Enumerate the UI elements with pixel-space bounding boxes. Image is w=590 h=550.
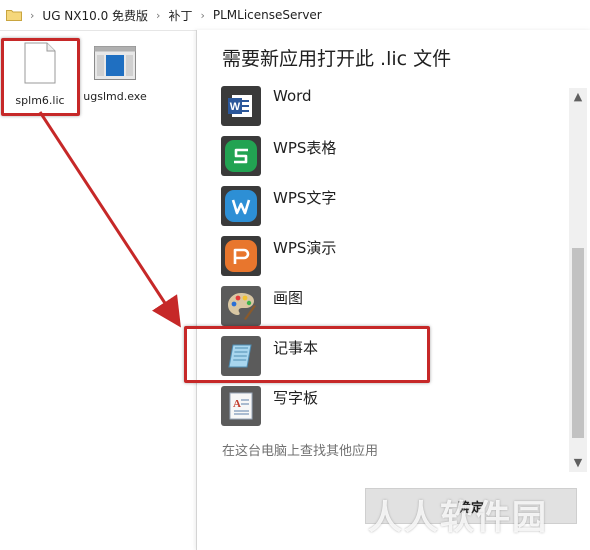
word-icon: W <box>221 86 261 126</box>
exe-window-icon <box>80 46 150 84</box>
app-option-wps-presentation[interactable]: WPS演示 <box>221 236 541 276</box>
folder-icon <box>6 9 22 21</box>
app-option-wps-writer[interactable]: WPS文字 <box>221 186 541 226</box>
app-option-wps-sheet[interactable]: WPS表格 <box>221 136 541 176</box>
file-highlight-box <box>1 38 80 116</box>
wps-presentation-icon <box>221 236 261 276</box>
scroll-up-arrow-icon[interactable]: ▲ <box>569 88 587 106</box>
breadcrumb-item-ugnx[interactable]: UG NX10.0 免费版 <box>42 7 148 24</box>
svg-text:W: W <box>230 101 241 113</box>
breadcrumb-separator: › <box>156 8 161 22</box>
find-more-apps-link[interactable]: 在这台电脑上查找其他应用 <box>222 440 378 459</box>
file-name: ugslmd.exe <box>83 90 147 103</box>
wps-writer-icon <box>221 186 261 226</box>
app-label: WPS演示 <box>273 239 337 257</box>
app-label: WPS表格 <box>273 139 337 157</box>
file-item-ugslmd-exe[interactable]: ugslmd.exe <box>80 42 150 104</box>
open-with-dialog: 需要新应用打开此 .lic 文件 W Word WPS表格 WPS文字 WPS演… <box>184 30 590 550</box>
app-label: Word <box>273 87 312 105</box>
app-option-word[interactable]: W Word <box>221 86 541 126</box>
app-label: 写字板 <box>273 389 319 407</box>
svg-text:A: A <box>233 398 241 410</box>
breadcrumb-separator: › <box>200 8 205 22</box>
dialog-title: 需要新应用打开此 .lic 文件 <box>222 48 452 70</box>
breadcrumb-item-patch[interactable]: 补丁 <box>168 7 192 24</box>
watermark: 人人软件园 <box>368 498 548 538</box>
breadcrumb-separator: › <box>30 8 35 22</box>
paint-palette-icon <box>221 286 261 326</box>
breadcrumb-item-plmlicenseserver[interactable]: PLMLicenseServer <box>213 8 322 22</box>
wps-sheet-icon <box>221 136 261 176</box>
app-option-wordpad[interactable]: A 写字板 <box>221 386 541 426</box>
scroll-down-arrow-icon[interactable]: ▼ <box>569 454 587 472</box>
app-label: WPS文字 <box>273 189 337 207</box>
app-option-paint[interactable]: 画图 <box>221 286 541 326</box>
scrollbar[interactable]: ▲ ▼ <box>569 88 587 472</box>
wordpad-icon: A <box>221 386 261 426</box>
scrollbar-thumb[interactable] <box>572 248 584 438</box>
breadcrumb: › UG NX10.0 免费版 › 补丁 › PLMLicenseServer <box>0 0 590 31</box>
notepad-highlight-box <box>184 326 430 383</box>
app-label: 画图 <box>273 289 304 307</box>
